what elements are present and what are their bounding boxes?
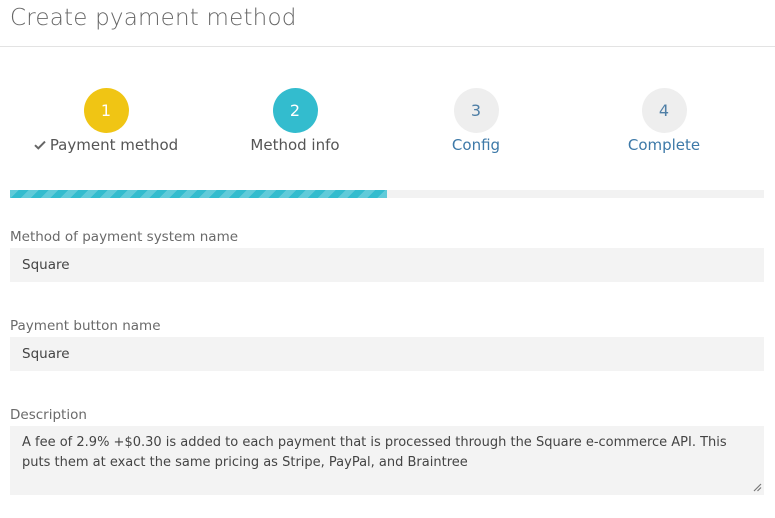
page-title: Create pyament method [10,5,297,31]
step-config[interactable]: 3 Config [386,88,566,154]
progress-fill [10,190,387,198]
step-2-label: Method info [250,136,340,154]
step-3-circle: 3 [453,88,499,133]
step-4-circle: 4 [641,88,687,133]
step-1-label: Payment method [49,136,179,154]
step-method-info[interactable]: 2 Method info [205,88,385,154]
step-complete[interactable]: 4 Complete [574,88,754,154]
description-label: Description [10,407,87,423]
progress-bar [10,190,764,198]
step-2-circle: 2 [272,88,318,133]
step-1-label-row: Payment method [16,136,196,154]
button-name-input[interactable] [10,337,764,371]
button-name-label: Payment button name [10,318,161,334]
method-name-label: Method of payment system name [10,229,239,245]
resize-grip-icon[interactable] [752,482,762,492]
step-4-label: Complete [627,136,701,154]
step-3-label: Config [451,136,501,154]
step-1-circle: 1 [83,88,129,133]
method-name-input[interactable] [10,248,764,282]
title-divider [0,46,775,47]
description-textarea[interactable]: A fee of 2.9% +$0.30 is added to each pa… [10,426,764,495]
check-icon [34,140,46,150]
step-payment-method[interactable]: 1 Payment method [16,88,196,154]
